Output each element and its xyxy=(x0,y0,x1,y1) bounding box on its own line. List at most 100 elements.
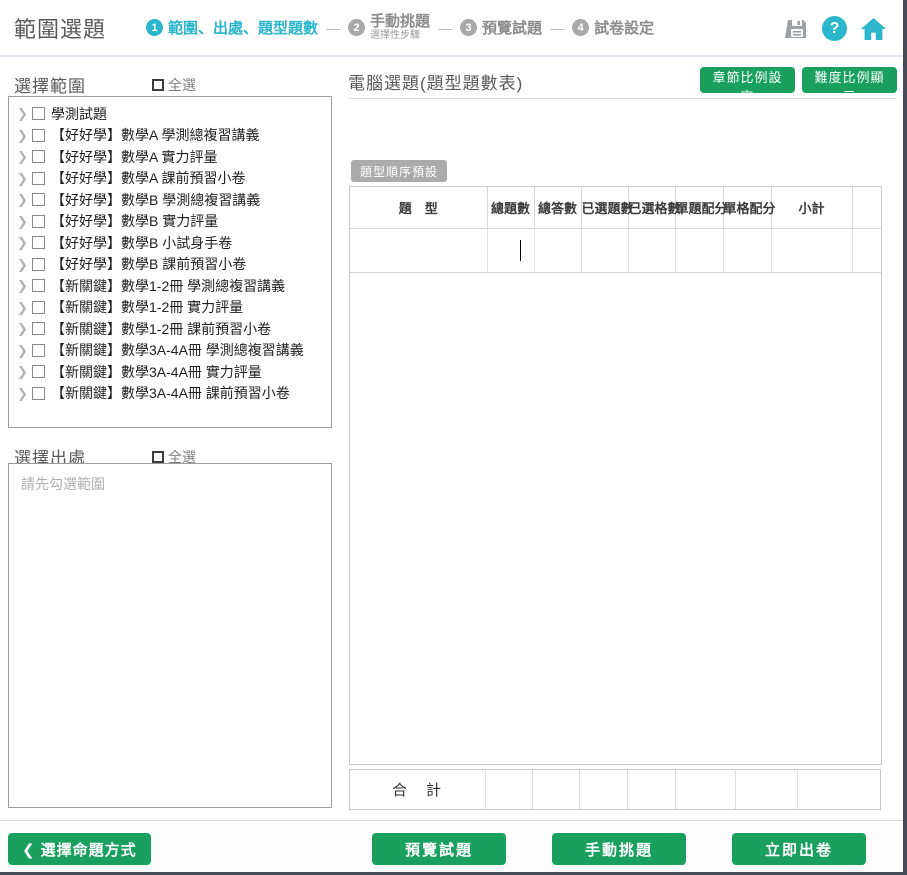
col-selected-blanks: 已選格數 xyxy=(628,187,675,228)
help-icon[interactable]: ? xyxy=(822,16,847,41)
expand-chevron-icon[interactable]: ❯ xyxy=(17,387,30,400)
range-item-checkbox[interactable] xyxy=(32,107,45,120)
range-tree-item[interactable]: ❯【好好學】數學B 學測總複習講義 xyxy=(9,189,331,211)
type-order-default-button[interactable]: 題型順序預設 xyxy=(351,160,447,182)
expand-chevron-icon[interactable]: ❯ xyxy=(17,365,30,378)
cell-selected-questions[interactable] xyxy=(581,228,628,272)
step-wizard: 1 範圍、出處、題型題數 — 2 手動挑題 選擇性步驟 — 3 預覽試題 — 4… xyxy=(146,14,654,42)
save-icon[interactable] xyxy=(785,17,809,41)
difficulty-ratio-button[interactable]: 難度比例顯示 xyxy=(802,67,897,93)
range-item-checkbox[interactable] xyxy=(32,150,45,163)
col-subtotal: 小計 xyxy=(771,187,852,228)
total-points-per-question xyxy=(676,770,736,809)
range-tree-item[interactable]: ❯ 【好好學】數學A 學測總複習講義 xyxy=(9,125,331,147)
step-1-range[interactable]: 1 範圍、出處、題型題數 xyxy=(146,17,318,38)
total-subtotal xyxy=(798,770,880,809)
col-points-per-blank: 單格配分 xyxy=(723,187,771,228)
range-tree-item[interactable]: ❯【好好學】數學A 實力評量 xyxy=(9,146,331,168)
cell-total-answers[interactable] xyxy=(534,228,581,272)
step-2-sublabel: 選擇性步驟 xyxy=(370,30,430,41)
cell-points-per-question[interactable] xyxy=(675,228,723,272)
range-section-title: 選擇範圍 xyxy=(14,72,86,97)
expand-chevron-icon[interactable]: ❯ xyxy=(17,150,30,163)
range-item-checkbox[interactable] xyxy=(32,279,45,292)
range-item-checkbox[interactable] xyxy=(32,236,45,249)
step-4-paper-settings[interactable]: 4 試卷設定 xyxy=(572,17,654,38)
range-item-checkbox[interactable] xyxy=(32,344,45,357)
expand-chevron-icon[interactable]: ❯ xyxy=(17,215,30,228)
range-tree-item[interactable]: ❯【新關鍵】數學1-2冊 實力評量 xyxy=(9,297,331,319)
range-select-all[interactable]: 全選 xyxy=(152,75,196,95)
range-item-checkbox[interactable] xyxy=(32,215,45,228)
source-select-all-checkbox[interactable] xyxy=(152,451,164,463)
range-item-checkbox[interactable] xyxy=(32,172,45,185)
range-item-checkbox[interactable] xyxy=(32,387,45,400)
top-header: 範圍選題 1 範圍、出處、題型題數 — 2 手動挑題 選擇性步驟 — 3 預覽試… xyxy=(0,0,903,57)
expand-chevron-icon[interactable]: ❯ xyxy=(17,129,30,142)
range-item-label: 學測試題 xyxy=(51,104,107,124)
range-tree-item[interactable]: ❯【好好學】數學A 課前預習小卷 xyxy=(9,168,331,190)
range-tree-item[interactable]: ❯ 學測試題 xyxy=(9,103,331,125)
range-tree-item[interactable]: ❯【好好學】數學B 實力評量 xyxy=(9,211,331,233)
step-2-circle: 2 xyxy=(348,19,365,36)
range-item-label: 【新關鍵】數學3A-4A冊 課前預習小卷 xyxy=(51,383,290,403)
range-item-checkbox[interactable] xyxy=(32,322,45,335)
generate-paper-button[interactable]: 立即出卷 xyxy=(732,833,866,865)
cell-selected-blanks[interactable] xyxy=(628,228,675,272)
expand-chevron-icon[interactable]: ❯ xyxy=(17,236,30,249)
text-caret xyxy=(520,240,521,261)
range-select-all-checkbox[interactable] xyxy=(152,79,164,91)
range-tree-item[interactable]: ❯ 【新關鍵】數學1-2冊 課前預習小卷 xyxy=(9,318,331,340)
chapter-ratio-button[interactable]: 章節比例設定 xyxy=(700,67,795,93)
total-selected-blanks xyxy=(628,770,676,809)
range-tree-item[interactable]: ❯【新關鍵】數學3A-4A冊 實力評量 xyxy=(9,361,331,383)
range-tree-item[interactable]: ❯【新關鍵】數學3A-4A冊 學測總複習講義 xyxy=(9,340,331,362)
cell-total-questions-focused[interactable] xyxy=(487,228,534,272)
range-item-checkbox[interactable] xyxy=(32,258,45,271)
range-tree-item[interactable]: ❯ 【新關鍵】數學1-2冊 學測總複習講義 xyxy=(9,275,331,297)
expand-chevron-icon[interactable]: ❯ xyxy=(17,279,30,292)
expand-chevron-icon[interactable]: ❯ xyxy=(17,107,30,120)
range-item-label: 【新關鍵】數學1-2冊 課前預習小卷 xyxy=(51,319,271,339)
question-type-table-area: 題 型 總題數 總答數 已選題數 已選格數 單題配分 單格配分 小計 xyxy=(349,186,882,765)
range-item-label: 【好好學】數學A 學測總複習講義 xyxy=(51,125,259,145)
total-row-label: 合 計 xyxy=(392,779,443,800)
range-item-label: 【新關鍵】數學1-2冊 學測總複習講義 xyxy=(51,276,285,296)
table-empty-row xyxy=(350,228,881,272)
cell-question-type[interactable] xyxy=(350,228,487,272)
step-3-label: 預覽試題 xyxy=(482,17,542,38)
range-item-checkbox[interactable] xyxy=(32,129,45,142)
back-chevron-icon: ❮ xyxy=(22,842,35,859)
col-question-type: 題 型 xyxy=(350,187,487,228)
expand-chevron-icon[interactable]: ❯ xyxy=(17,258,30,271)
range-tree-item[interactable]: ❯ 【新關鍵】數學3A-4A冊 課前預習小卷 xyxy=(9,383,331,405)
cell-subtotal[interactable] xyxy=(771,228,852,272)
step-3-preview[interactable]: 3 預覽試題 xyxy=(460,17,542,38)
range-item-checkbox[interactable] xyxy=(32,365,45,378)
home-icon[interactable] xyxy=(860,16,887,42)
cell-empty xyxy=(852,228,881,272)
table-header-row: 題 型 總題數 總答數 已選題數 已選格數 單題配分 單格配分 小計 xyxy=(350,187,881,228)
range-item-checkbox[interactable] xyxy=(32,193,45,206)
expand-chevron-icon[interactable]: ❯ xyxy=(17,301,30,314)
col-total-answers: 總答數 xyxy=(534,187,581,228)
step-2-manual-pick[interactable]: 2 手動挑題 選擇性步驟 xyxy=(348,14,430,42)
range-tree-item[interactable]: ❯【好好學】數學B 課前預習小卷 xyxy=(9,254,331,276)
back-button-label: 選擇命題方式 xyxy=(41,842,137,859)
manual-pick-button[interactable]: 手動挑題 xyxy=(552,833,686,865)
total-total-questions xyxy=(486,770,533,809)
expand-chevron-icon[interactable]: ❯ xyxy=(17,344,30,357)
back-to-method-button[interactable]: ❮ 選擇命題方式 xyxy=(8,833,151,865)
bottom-action-bar: ❮ 選擇命題方式 預覽試題 手動挑題 立即出卷 xyxy=(0,820,903,872)
cell-points-per-blank[interactable] xyxy=(723,228,771,272)
expand-chevron-icon[interactable]: ❯ xyxy=(17,322,30,335)
total-points-per-blank xyxy=(736,770,798,809)
expand-chevron-icon[interactable]: ❯ xyxy=(17,193,30,206)
col-selected-questions: 已選題數 xyxy=(581,187,628,228)
preview-questions-button[interactable]: 預覽試題 xyxy=(372,833,506,865)
range-tree-item[interactable]: ❯【好好學】數學B 小試身手卷 xyxy=(9,232,331,254)
step-4-circle: 4 xyxy=(572,19,589,36)
range-item-checkbox[interactable] xyxy=(32,301,45,314)
step-2-label: 手動挑題 xyxy=(370,14,430,31)
expand-chevron-icon[interactable]: ❯ xyxy=(17,172,30,185)
